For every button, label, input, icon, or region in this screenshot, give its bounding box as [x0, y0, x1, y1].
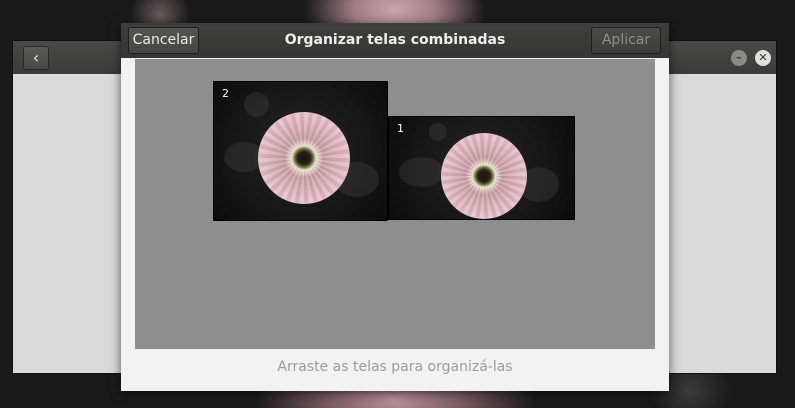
leaf-shape — [429, 123, 447, 141]
minimize-button[interactable]: – — [731, 50, 747, 66]
monitor-1[interactable]: 1 — [388, 116, 575, 220]
arrange-displays-dialog: Cancelar Organizar telas combinadas Apli… — [121, 23, 669, 391]
monitor-number: 1 — [397, 122, 404, 135]
close-button[interactable]: ✕ — [755, 50, 771, 66]
dialog-title: Organizar telas combinadas — [284, 32, 506, 48]
display-arrangement-area: 2 1 — [135, 59, 655, 349]
back-button[interactable]: ‹ — [23, 46, 49, 70]
apply-button[interactable]: Aplicar — [591, 27, 661, 54]
instruction-text: Arraste as telas para organizá-las — [277, 359, 513, 375]
monitor-number: 2 — [222, 87, 229, 100]
monitor-2[interactable]: 2 — [213, 81, 388, 221]
minimize-icon: – — [736, 51, 742, 64]
flower-petals — [441, 133, 527, 219]
flower-petals — [258, 112, 350, 204]
leaf-shape — [399, 157, 444, 187]
leaf-shape — [244, 92, 269, 117]
close-icon: ✕ — [758, 51, 768, 64]
dialog-header: Cancelar Organizar telas combinadas Apli… — [121, 23, 669, 58]
chevron-left-icon: ‹ — [32, 48, 40, 67]
